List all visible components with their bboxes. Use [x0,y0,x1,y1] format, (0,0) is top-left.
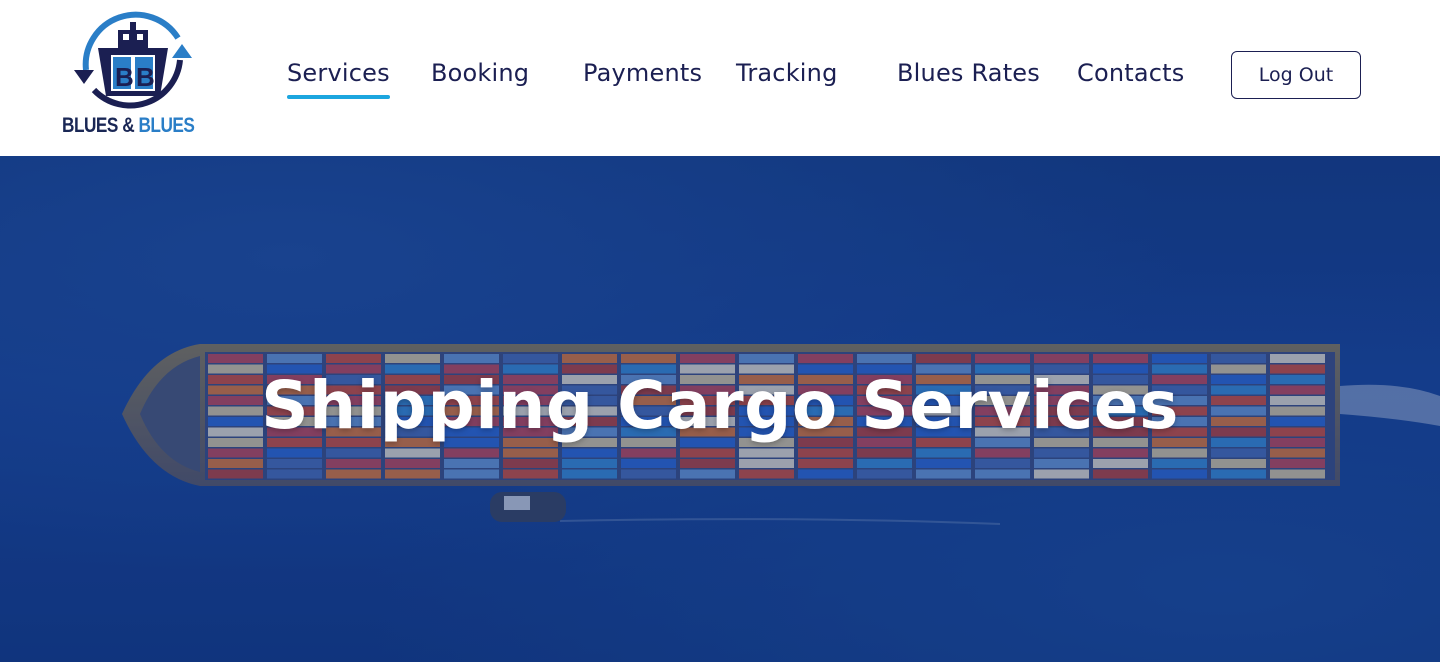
nav-item-blues-rates[interactable]: Blues Rates [897,58,1040,92]
brand-name: BLUES & BLUES [62,114,195,138]
brand-logo[interactable]: B B BLUES & BLUES [62,8,204,144]
svg-text:B: B [115,62,134,92]
nav-item-contacts[interactable]: Contacts [1077,58,1184,92]
nav-item-services[interactable]: Services [287,58,390,99]
brand-name-part1: BLUES [62,114,118,137]
nav-item-tracking[interactable]: Tracking [736,58,838,92]
hero-banner: Shipping Cargo Services [0,156,1440,662]
logout-button[interactable]: Log Out [1231,51,1361,99]
ship-logo-icon: B B [74,11,192,109]
brand-name-amp: & [122,114,135,137]
brand-name-part2: BLUES [138,114,195,137]
nav-item-payments[interactable]: Payments [583,58,702,92]
svg-text:B: B [136,62,155,92]
hero-title: Shipping Cargo Services [261,367,1179,444]
site-header: B B BLUES & BLUES Services Booking Payme… [0,0,1440,156]
nav-item-booking[interactable]: Booking [431,58,529,92]
